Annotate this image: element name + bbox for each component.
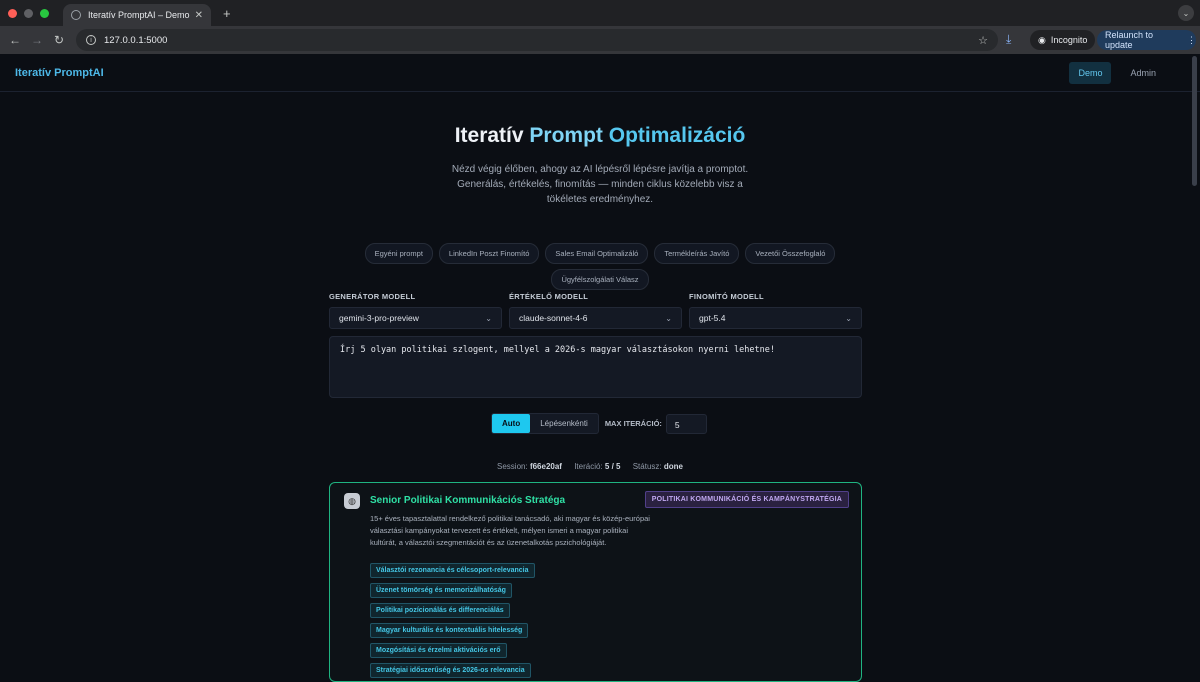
criteria-tag: Magyar kulturális és kontextuális hitele… (370, 623, 529, 638)
model-selectors: GENERÁTOR MODELL gemini-3-pro-preview ⌄ … (329, 292, 862, 329)
brand-logo[interactable]: Iteratív PromptAI (15, 67, 104, 79)
chevron-down-icon: ⌄ (845, 313, 852, 323)
download-icon[interactable]: ⤓ (1006, 32, 1011, 47)
relaunch-button[interactable]: Relaunch to update ⋮ (1097, 30, 1196, 50)
evaluator-model-value: claude-sonnet-4-6 (519, 313, 588, 323)
nav-admin[interactable]: Admin (1121, 62, 1165, 84)
window-controls (8, 8, 49, 18)
criteria-list: Választói rezonancia és célcsoport-relev… (370, 563, 535, 678)
status-value: done (663, 462, 683, 471)
persona-title: Senior Politikai Kommunikációs Stratéga (370, 495, 566, 506)
generator-model-select[interactable]: gemini-3-pro-preview ⌄ (329, 307, 502, 329)
iteration-value: 5 / 5 (604, 462, 621, 471)
refiner-model-select[interactable]: gpt-5.4 ⌄ (689, 307, 862, 329)
prompt-textarea[interactable]: Írj 5 olyan politikai szlogent, mellyel … (329, 336, 862, 398)
title-part-2: Prompt (529, 124, 603, 147)
reload-icon[interactable]: ↻ (48, 33, 70, 47)
criteria-tag: Mozgósítási és érzelmi aktivációs erő (370, 643, 507, 658)
back-icon[interactable]: ← (4, 33, 26, 47)
title-part-1: Iteratív (454, 124, 524, 147)
refiner-model-label: FINOMÍTÓ MODELL (689, 292, 764, 301)
url-text: 127.0.0.1:5000 (104, 34, 168, 46)
chevron-down-icon: ⌄ (665, 313, 672, 323)
criteria-tag: Politikai pozícionálás és differenciálás (370, 603, 510, 618)
preset-chip[interactable]: Ügyfélszolgálati Válasz (551, 269, 649, 290)
session-label: Session: (497, 462, 528, 471)
info-icon[interactable]: i (86, 35, 96, 45)
hero: Iteratív Prompt Optimalizáció Nézd végig… (0, 124, 1200, 207)
minimize-window-button[interactable] (24, 8, 33, 18)
persona-description: 15+ éves tapasztalattal rendelkező polit… (370, 514, 650, 547)
browser-tabbar: Iteratív PromptAI – Demo ✕ + ⌄ (0, 0, 1200, 26)
browser-tab[interactable]: Iteratív PromptAI – Demo ✕ (63, 4, 211, 26)
preset-chip[interactable]: Termékleírás Javító (654, 243, 740, 264)
plus-icon[interactable]: + (223, 6, 231, 21)
address-bar[interactable]: i 127.0.0.1:5000 ☆ (76, 29, 998, 51)
generator-model-value: gemini-3-pro-preview (339, 313, 419, 323)
criteria-tag: Választói rezonancia és célcsoport-relev… (370, 563, 535, 578)
persona-domain-badge: POLITIKAI KOMMUNIKÁCIÓ ÉS KAMPÁNYSTRATÉG… (644, 491, 849, 508)
star-icon[interactable]: ☆ (978, 34, 988, 47)
persona-card: ◍ Senior Politikai Kommunikációs Stratég… (329, 482, 862, 682)
generator-model-label: GENERÁTOR MODELL (329, 292, 416, 301)
page-title: Iteratív Prompt Optimalizáció (0, 124, 1200, 148)
close-window-button[interactable] (8, 8, 17, 18)
more-vert-icon: ⋮ (1187, 34, 1196, 45)
preset-chip[interactable]: Sales Email Optimalizáló (545, 243, 649, 264)
status-label: Státusz: (632, 462, 662, 471)
run-controls: Auto Lépésenkénti MAX ITERÁCIÓ: 5 (491, 413, 707, 434)
session-value: f66e20af (529, 462, 562, 471)
page-subtitle: Nézd végig élőben, ahogy az AI lépésről … (451, 164, 749, 205)
mode-step-button[interactable]: Lépésenkénti (530, 414, 598, 433)
browser-toolbar: ← → ↻ i 127.0.0.1:5000 ☆ ⤓ ◉ Incognito R… (0, 26, 1200, 54)
chevron-down-icon: ⌄ (485, 313, 492, 323)
chevron-down-icon[interactable]: ⌄ (1178, 5, 1194, 21)
evaluator-model-select[interactable]: claude-sonnet-4-6 ⌄ (509, 307, 682, 329)
evaluator-model-label: ÉRTÉKELŐ MODELL (509, 292, 589, 301)
nav-demo[interactable]: Demo (1069, 61, 1112, 84)
close-icon[interactable]: ✕ (195, 10, 203, 21)
incognito-indicator[interactable]: ◉ Incognito (1030, 30, 1096, 50)
mode-toggle: Auto Lépésenkénti (491, 413, 599, 434)
session-info: Session: f66e20af Iteráció: 5 / 5 Státus… (0, 462, 1190, 471)
max-iteration-label: MAX ITERÁCIÓ: (604, 419, 662, 428)
page-scrollbar[interactable] (1192, 56, 1197, 186)
app-header: Iteratív PromptAI Demo Admin (0, 54, 1200, 92)
globe-icon (71, 10, 81, 20)
preset-chip[interactable]: LinkedIn Poszt Finomító (438, 243, 540, 264)
app-viewport: Iteratív PromptAI Demo Admin Iteratív Pr… (0, 54, 1200, 682)
max-iteration-input[interactable]: 5 (665, 413, 707, 434)
incognito-icon: ◉ (1038, 34, 1046, 45)
maximize-window-button[interactable] (40, 8, 49, 18)
preset-chips: Egyéni prompt LinkedIn Poszt Finomító Sa… (360, 243, 840, 290)
title-part-3: Optimalizáció (608, 124, 746, 147)
criteria-tag: Üzenet tömörség és memorizálhatóság (370, 583, 512, 598)
mode-auto-button[interactable]: Auto (492, 414, 531, 433)
robot-icon: ◍ (344, 493, 360, 509)
preset-chip[interactable]: Vezetői Összefoglaló (745, 243, 836, 264)
incognito-label: Incognito (1050, 35, 1088, 45)
iteration-label: Iteráció: (574, 462, 603, 471)
criteria-tag: Stratégiai időszerűség és 2026-os releva… (370, 663, 531, 678)
forward-icon[interactable]: → (26, 33, 48, 47)
tab-title: Iteratív PromptAI – Demo (88, 10, 190, 20)
preset-chip[interactable]: Egyéni prompt (364, 243, 433, 264)
header-nav: Demo Admin (1069, 61, 1165, 84)
refiner-model-value: gpt-5.4 (699, 313, 726, 323)
relaunch-label: Relaunch to update (1105, 30, 1154, 50)
